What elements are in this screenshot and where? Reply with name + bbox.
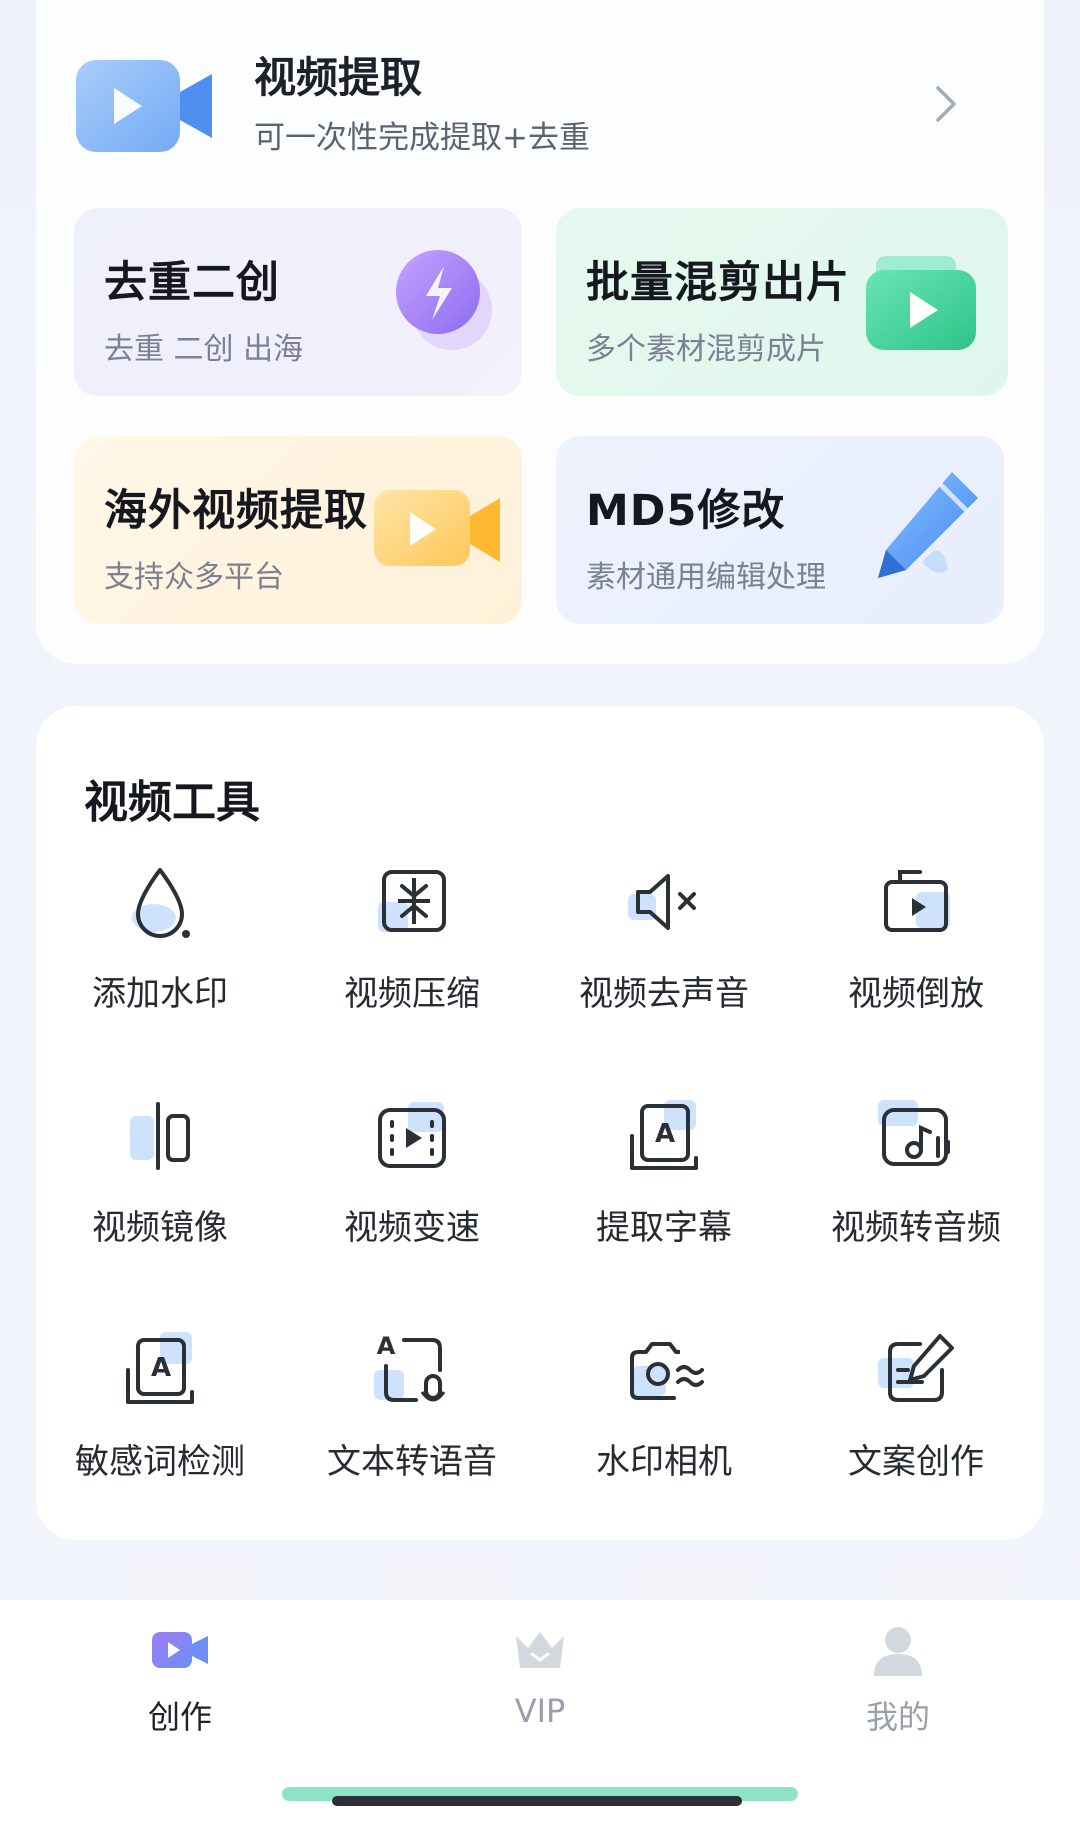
feature-subtitle: 去重 二创 出海	[104, 332, 304, 367]
svg-text:A: A	[655, 1119, 675, 1149]
tool-video-speed[interactable]: 视频变速	[286, 1096, 538, 1286]
extract-title: 视频提取	[254, 53, 423, 102]
feature-subtitle: 多个素材混剪成片	[586, 332, 826, 367]
section-title: 视频工具	[84, 777, 260, 828]
tool-label: 视频转音频	[831, 1208, 1001, 1248]
tool-label: 文本转语音	[327, 1442, 497, 1482]
tool-video-mirror[interactable]: 视频镜像	[34, 1096, 286, 1286]
home-indicator	[332, 1796, 742, 1806]
tool-video-compress[interactable]: 视频压缩	[286, 862, 538, 1052]
reverse-play-icon	[884, 870, 950, 932]
chevron-right-icon[interactable]	[928, 84, 962, 124]
extract-subtitle: 可一次性完成提取+去重	[254, 120, 590, 156]
user-icon	[874, 1627, 922, 1676]
feature-subtitle: 支持众多平台	[104, 560, 284, 595]
mirror-icon	[130, 1102, 190, 1170]
tool-copywriting[interactable]: 文案创作	[790, 1330, 1042, 1520]
tab-label: VIP	[514, 1692, 566, 1730]
tab-vip[interactable]: VIP	[450, 1622, 630, 1742]
mute-speaker-icon	[628, 874, 696, 930]
lightning-icon	[396, 250, 492, 350]
tool-label: 文案创作	[848, 1442, 984, 1482]
play-folder-icon	[866, 256, 976, 350]
tool-label: 视频变速	[344, 1208, 480, 1248]
tool-text-to-speech[interactable]: A 文本转语音	[286, 1330, 538, 1520]
feature-title: 海外视频提取	[104, 486, 368, 536]
tab-create[interactable]: 创作	[90, 1622, 270, 1742]
tab-label: 创作	[147, 1698, 212, 1736]
tool-label: 视频倒放	[848, 974, 984, 1014]
film-speed-icon	[378, 1102, 446, 1168]
tool-sensitive-word-check[interactable]: A 敏感词检测	[34, 1330, 286, 1520]
feature-subtitle: 素材通用编辑处理	[586, 560, 826, 595]
feature-title: MD5修改	[586, 486, 786, 536]
crown-icon	[516, 1632, 564, 1668]
copywriting-icon	[878, 1334, 954, 1402]
subtitle-icon: A	[630, 1100, 698, 1170]
feature-md5-modify[interactable]: MD5修改 素材通用编辑处理	[556, 436, 1004, 624]
feature-title: 去重二创	[104, 258, 280, 308]
video-camera-icon	[152, 1632, 208, 1668]
tab-mine[interactable]: 我的	[808, 1622, 988, 1742]
tool-label: 水印相机	[596, 1442, 732, 1482]
text-to-speech-icon: A	[374, 1332, 446, 1402]
watermark-camera-icon	[630, 1342, 704, 1400]
video-to-audio-icon	[878, 1100, 950, 1166]
tool-label: 敏感词检测	[75, 1442, 245, 1482]
feature-batch-mix[interactable]: 批量混剪出片 多个素材混剪成片	[556, 208, 1008, 396]
video-camera-icon	[374, 490, 500, 566]
tool-video-mute[interactable]: 视频去声音	[538, 862, 790, 1052]
tool-label: 提取字幕	[596, 1208, 732, 1248]
tool-label: 视频去声音	[579, 974, 749, 1014]
tab-label: 我的	[865, 1698, 930, 1736]
compress-icon	[378, 870, 446, 932]
tool-label: 视频压缩	[344, 974, 480, 1014]
svg-text:A: A	[151, 1353, 171, 1383]
feature-overseas-extract[interactable]: 海外视频提取 支持众多平台	[74, 436, 522, 624]
video-camera-icon	[76, 60, 212, 152]
tool-add-watermark[interactable]: 添加水印	[34, 862, 286, 1052]
tool-extract-subtitle[interactable]: A 提取字幕	[538, 1096, 790, 1286]
tool-watermark-camera[interactable]: 水印相机	[538, 1330, 790, 1520]
tool-label: 视频镜像	[92, 1208, 228, 1248]
sensitive-word-icon: A	[126, 1332, 194, 1404]
tool-video-reverse[interactable]: 视频倒放	[790, 862, 1042, 1052]
pencil-icon	[878, 472, 978, 578]
feature-dedupe[interactable]: 去重二创 去重 二创 出海	[74, 208, 522, 396]
tool-video-to-audio[interactable]: 视频转音频	[790, 1096, 1042, 1286]
svg-text:A: A	[377, 1332, 396, 1360]
feature-title: 批量混剪出片	[586, 258, 850, 308]
water-drop-icon	[132, 868, 190, 938]
tool-label: 添加水印	[92, 974, 228, 1014]
